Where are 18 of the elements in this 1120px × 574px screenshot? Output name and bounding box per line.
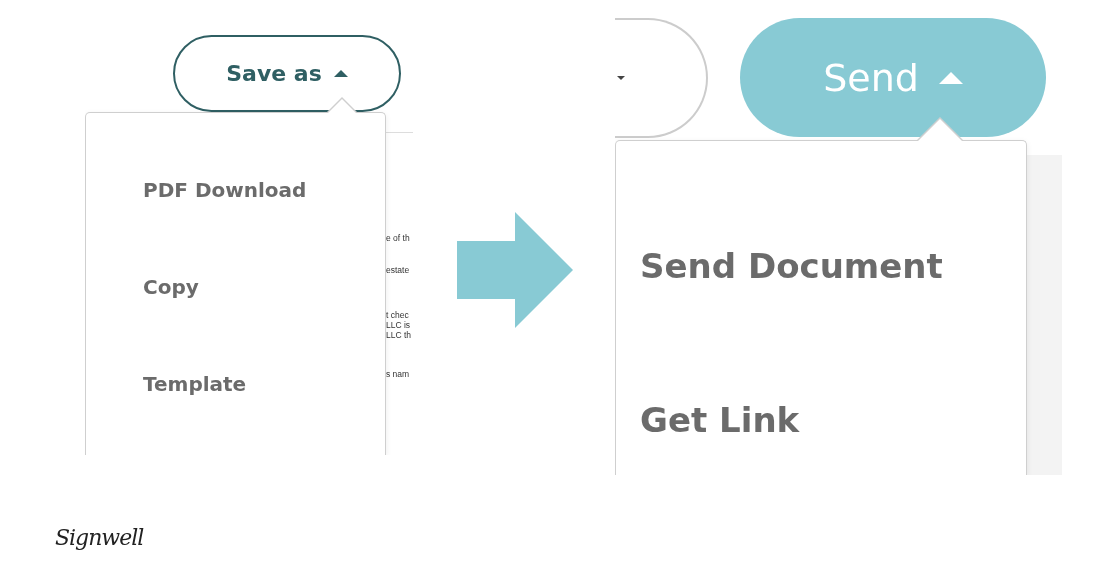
caret-icon xyxy=(938,71,963,84)
document-text: e of th xyxy=(386,233,411,243)
document-text: t chec xyxy=(386,310,410,320)
arrow-icon xyxy=(457,212,573,328)
caret-icon xyxy=(333,70,348,77)
document-text: estate xyxy=(386,265,411,275)
document-text: LLC th xyxy=(386,330,413,340)
menu-item[interactable]: Copy xyxy=(143,272,199,302)
menu-item[interactable]: Get Link xyxy=(640,395,800,445)
menu-item[interactable]: Send Document xyxy=(640,241,943,291)
caret-icon xyxy=(617,76,625,80)
document-text: LLC is xyxy=(386,320,412,330)
dropdown-button[interactable] xyxy=(615,18,708,138)
menu-item[interactable]: PDF Download xyxy=(143,175,307,205)
document-text: s nam xyxy=(386,369,411,379)
logo: Signwell xyxy=(55,525,144,550)
save-as-button[interactable]: Save as xyxy=(173,35,401,112)
menu-item[interactable]: Template xyxy=(143,369,247,399)
